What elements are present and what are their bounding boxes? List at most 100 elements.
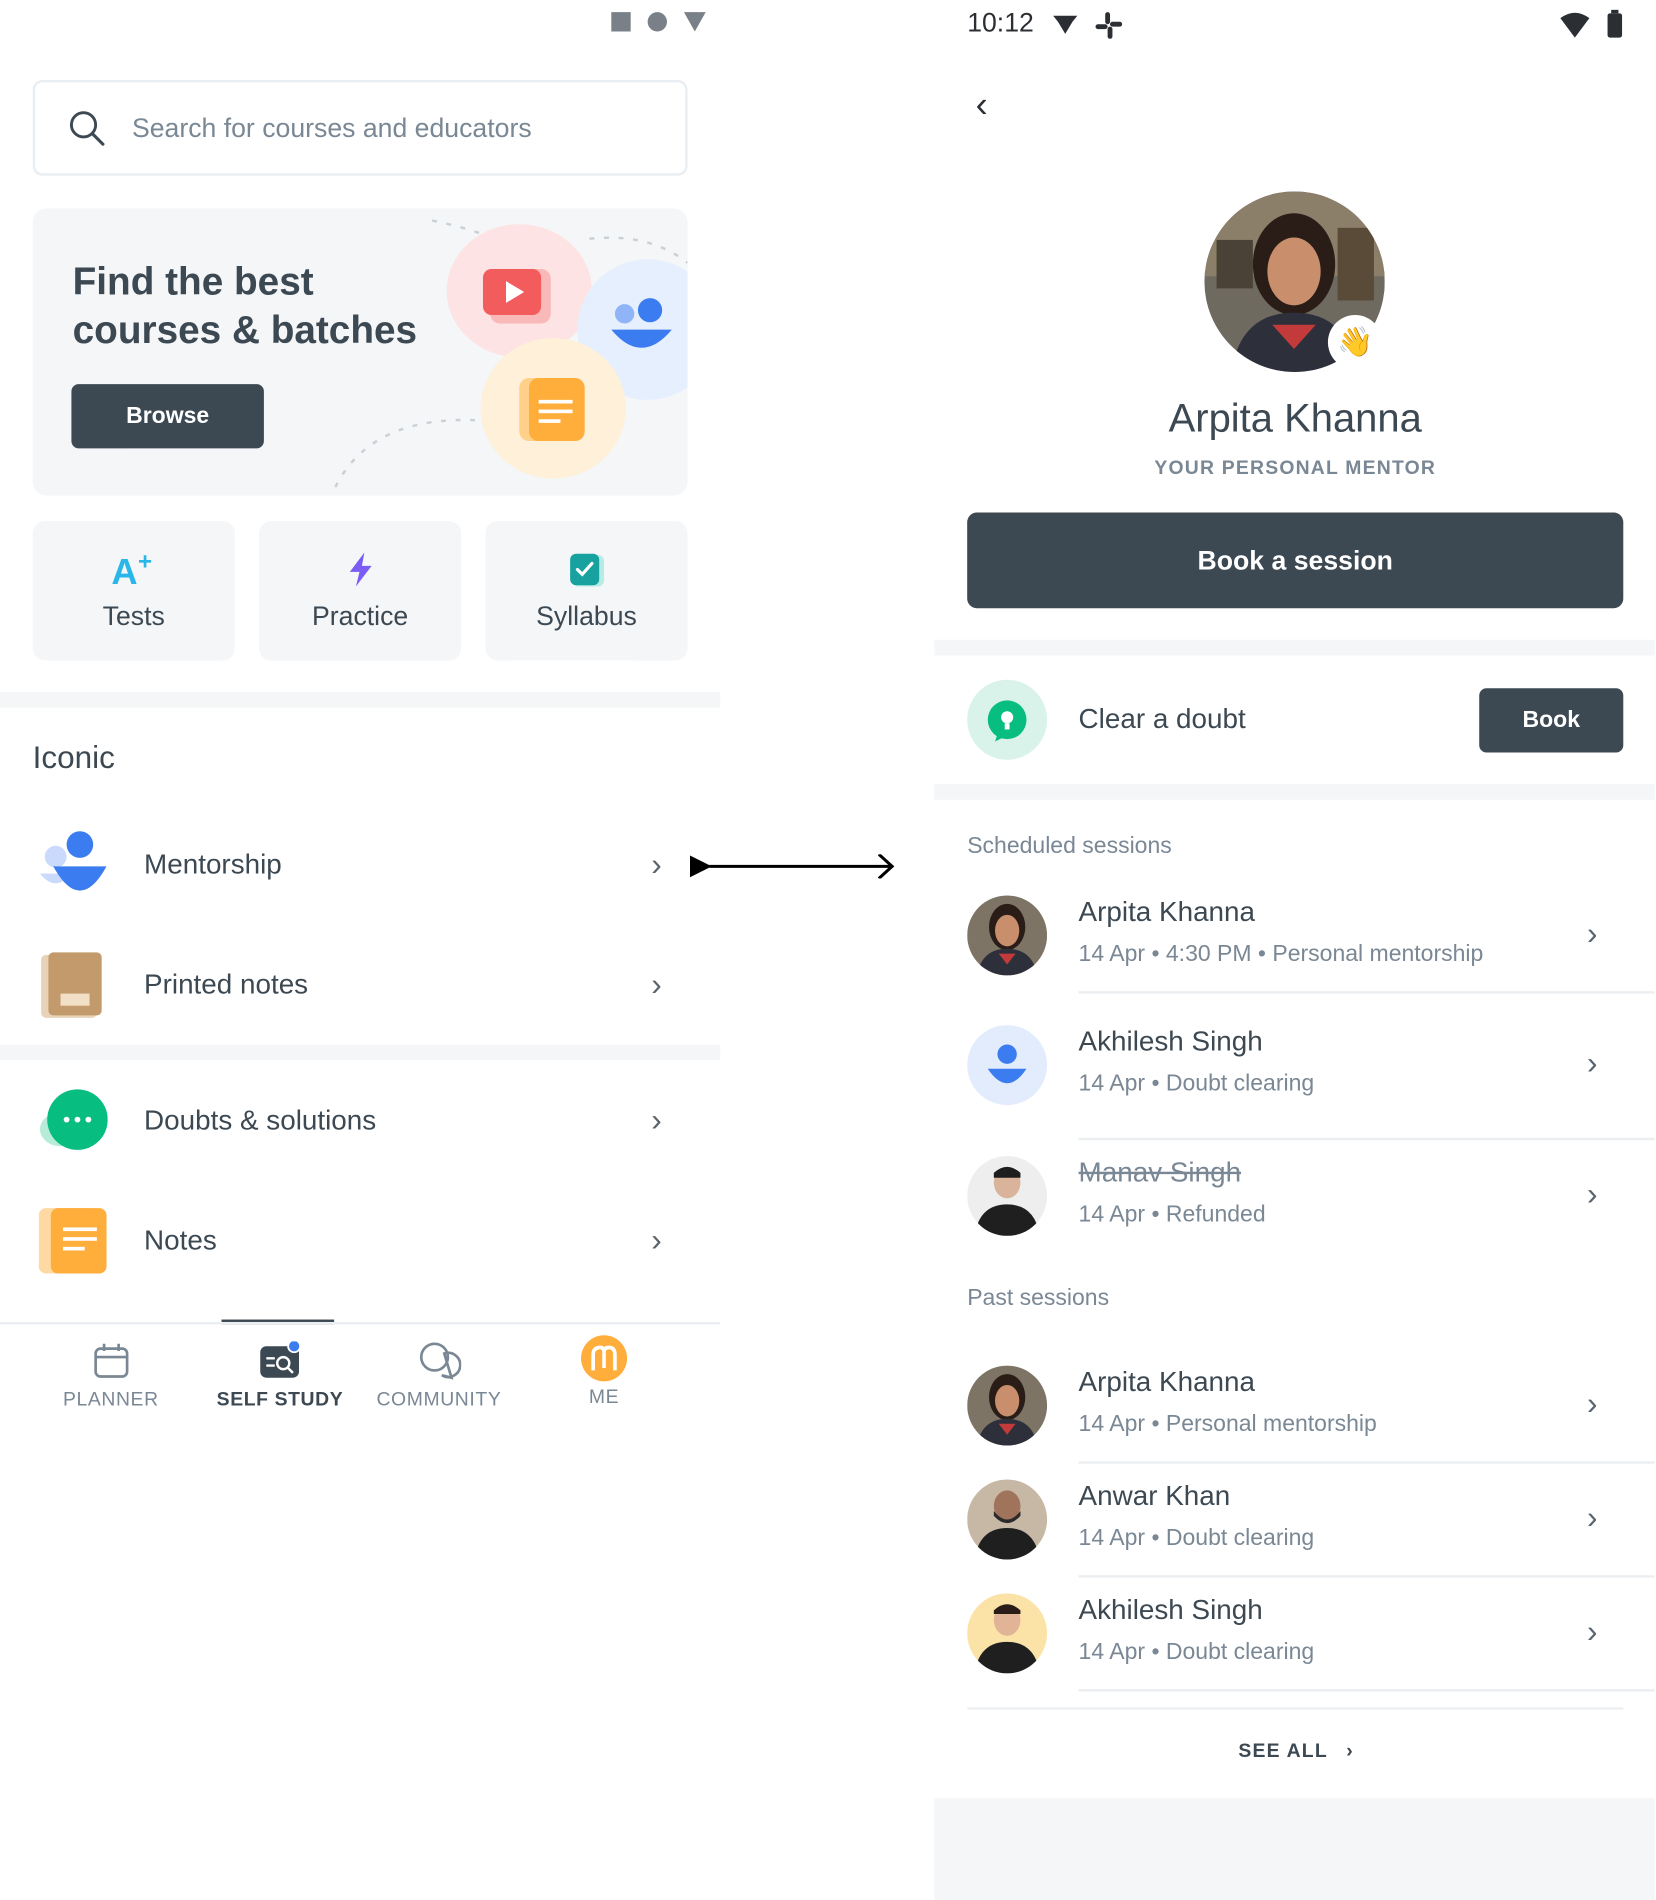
avatar: [967, 1025, 1048, 1106]
session-name: Arpita Khanna: [1078, 895, 1256, 927]
browse-button[interactable]: Browse: [71, 384, 264, 449]
mentor-subtitle: YOUR PERSONAL MENTOR: [1154, 458, 1437, 479]
profile-logo-icon: [581, 1335, 628, 1382]
session-row[interactable]: Manav Singh 14 Apr • Refunded ›: [967, 1155, 1655, 1277]
chevron-right-icon: ›: [651, 1220, 662, 1258]
see-all-label: SEE ALL: [1238, 1741, 1328, 1762]
notification-icon: [1053, 15, 1078, 34]
mentorship-icon: [39, 831, 107, 891]
avatar: [967, 1365, 1048, 1446]
circle-icon: [647, 12, 667, 32]
chevron-right-icon: ›: [651, 1100, 662, 1138]
chevron-right-icon: ›: [1586, 1044, 1598, 1081]
banner-title: Find the best courses & batches: [72, 259, 418, 352]
a-plus-icon: A +: [111, 550, 152, 589]
calendar-icon: [93, 1343, 128, 1378]
list-end-divider: [967, 1707, 1624, 1710]
chevron-right-icon: ›: [1586, 914, 1598, 952]
back-arrow-icon[interactable]: ‹: [976, 85, 988, 126]
section-divider: [0, 1044, 721, 1061]
session-meta: 14 Apr • Doubt clearing: [1078, 1525, 1315, 1551]
book-session-button[interactable]: Book a session: [967, 512, 1624, 609]
row-label: Notes: [144, 1223, 217, 1255]
avatar: [967, 1593, 1048, 1674]
past-sessions-title: Past sessions: [967, 1285, 1110, 1312]
row-mentorship[interactable]: Mentorship ›: [0, 815, 720, 912]
tile-label: Tests: [102, 600, 165, 631]
book-doubt-button[interactable]: Book: [1479, 688, 1624, 753]
avatar: [967, 1155, 1048, 1236]
nav-planner[interactable]: PLANNER: [63, 1341, 159, 1411]
chat-bubble-icon: [39, 1089, 108, 1150]
nav-community[interactable]: COMMUNITY: [376, 1341, 501, 1411]
row-notes[interactable]: Notes ›: [0, 1191, 720, 1288]
session-row[interactable]: Arpita Khanna 14 Apr • 4:30 PM • Persona…: [967, 895, 1655, 1016]
row-separator: [1078, 1575, 1655, 1578]
session-row[interactable]: Akhilesh Singh 14 Apr • Doubt clearing ›: [967, 1593, 1655, 1714]
chevron-right-icon: ›: [1586, 1498, 1598, 1536]
session-row[interactable]: Arpita Khanna 14 Apr • Personal mentorsh…: [967, 1365, 1655, 1487]
tile-label: Syllabus: [536, 600, 637, 631]
section-divider: [934, 783, 1655, 800]
triangle-icon: [683, 12, 706, 32]
session-name: Manav Singh: [1078, 1155, 1242, 1188]
slack-icon: [1095, 12, 1123, 39]
tile-tests[interactable]: A + Tests: [32, 521, 235, 661]
checkbox-icon: [569, 553, 604, 586]
session-meta: 14 Apr • Doubt clearing: [1078, 1071, 1315, 1097]
battery-icon: [1607, 9, 1623, 38]
row-separator: [1078, 991, 1655, 994]
row-printed-notes[interactable]: Printed notes ›: [0, 935, 720, 1032]
status-bar-icons: [611, 12, 706, 32]
session-name: Akhilesh Singh: [1078, 1025, 1263, 1057]
bottom-navigation: PLANNER SELF STUDY COMMUNITY ME: [0, 1321, 721, 1443]
search-icon: [69, 110, 105, 146]
avatar: [967, 895, 1048, 976]
chevron-right-icon: ›: [651, 845, 662, 882]
doubt-icon: [967, 679, 1048, 760]
session-row[interactable]: Anwar Khan 14 Apr • Doubt clearing ›: [967, 1479, 1655, 1600]
chevron-right-icon: ›: [1586, 1612, 1598, 1650]
row-doubts[interactable]: Doubts & solutions ›: [0, 1071, 720, 1168]
search-input[interactable]: Search for courses and educators: [32, 79, 688, 176]
mentor-name: Arpita Khanna: [1168, 395, 1422, 440]
flow-arrow-icon: [689, 854, 895, 879]
section-title: Iconic: [32, 739, 115, 776]
session-name: Arpita Khanna: [1078, 1365, 1256, 1398]
nav-me[interactable]: ME: [580, 1335, 628, 1409]
chevron-right-icon: ›: [1586, 1175, 1598, 1212]
session-name: Anwar Khan: [1078, 1479, 1231, 1511]
session-name: Akhilesh Singh: [1078, 1593, 1263, 1625]
self-study-icon: [260, 1341, 302, 1378]
nav-label: ME: [588, 1387, 620, 1408]
session-meta: 14 Apr • Refunded: [1078, 1202, 1266, 1228]
notes-icon: [38, 1208, 107, 1274]
status-time: 10:12: [967, 7, 1034, 38]
tile-label: Practice: [312, 600, 409, 631]
chevron-right-icon: ›: [651, 965, 662, 1002]
search-placeholder: Search for courses and educators: [131, 112, 532, 143]
session-meta: 14 Apr • Personal mentorship: [1078, 1411, 1377, 1438]
session-row[interactable]: Akhilesh Singh 14 Apr • Doubt clearing ›: [967, 1025, 1655, 1146]
svg-text:+: +: [137, 550, 151, 575]
nav-self-study[interactable]: SELF STUDY: [217, 1341, 344, 1411]
row-separator: [1078, 1461, 1655, 1464]
row-label: Mentorship: [144, 847, 282, 880]
section-divider: [934, 639, 1655, 656]
row-label: Printed notes: [144, 967, 309, 1000]
session-meta: 14 Apr • 4:30 PM • Personal mentorship: [1078, 941, 1484, 967]
promo-banner: Find the best courses & batches Browse: [32, 208, 688, 496]
tile-syllabus[interactable]: Syllabus: [485, 521, 688, 661]
tile-practice[interactable]: Practice: [259, 521, 462, 661]
row-label: Doubts & solutions: [144, 1103, 377, 1135]
row-separator: [1078, 1137, 1655, 1141]
see-all-link[interactable]: SEE ALL ›: [1238, 1741, 1354, 1763]
community-icon: [419, 1342, 461, 1380]
waving-hand-icon: 👋: [1327, 315, 1383, 370]
nav-label: SELF STUDY: [216, 1389, 344, 1411]
clear-doubt-label: Clear a doubt: [1078, 702, 1246, 735]
row-separator: [1078, 1689, 1655, 1692]
chevron-right-icon: ›: [1586, 1384, 1598, 1422]
book-icon: [41, 952, 102, 1018]
nav-label: PLANNER: [62, 1389, 159, 1411]
